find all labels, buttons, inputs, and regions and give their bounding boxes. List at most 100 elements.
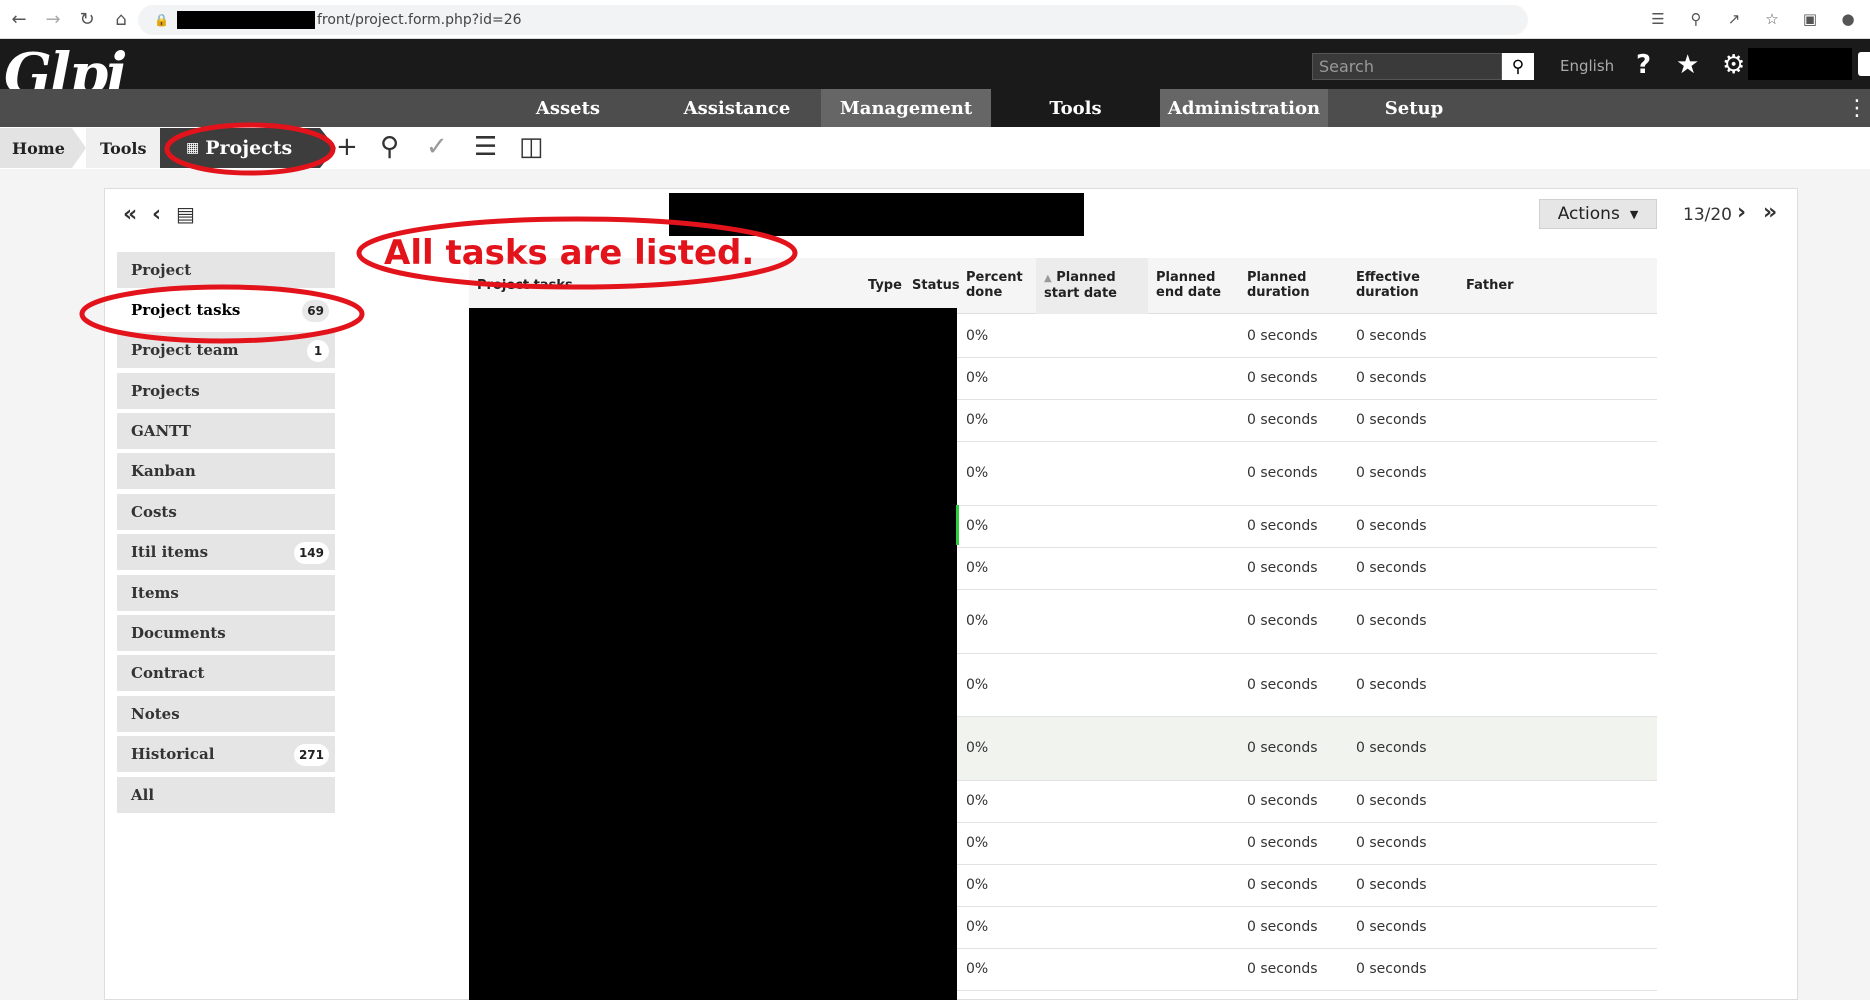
tab-documents[interactable]: Documents <box>117 615 335 651</box>
record-title-redacted <box>669 193 1084 236</box>
next-record-icon[interactable]: › <box>1737 200 1746 225</box>
gear-icon[interactable]: ⚙ <box>1722 50 1745 80</box>
task-names-redacted <box>469 308 957 1000</box>
last-record-icon[interactable]: » <box>1763 200 1777 225</box>
menu-administration[interactable]: Administration <box>1160 89 1328 127</box>
previous-record-icon[interactable]: ‹ <box>152 202 161 227</box>
cell-percent-done: 0% <box>966 740 989 756</box>
column-header-percent-done[interactable]: Percent done <box>966 270 1023 300</box>
cell-planned-duration: 0 seconds <box>1247 961 1318 977</box>
translate-icon[interactable]: ☰ <box>1644 5 1672 33</box>
count-badge: 271 <box>293 744 329 766</box>
breadcrumb-home[interactable]: Home <box>0 128 72 168</box>
help-icon[interactable]: ? <box>1636 50 1651 80</box>
star-icon[interactable]: ☆ <box>1758 5 1786 33</box>
tab-notes[interactable]: Notes <box>117 696 335 732</box>
cell-effective-duration: 0 seconds <box>1356 465 1427 481</box>
column-header-effective-duration[interactable]: Effective duration <box>1356 270 1420 300</box>
row-separator <box>956 653 1657 654</box>
reload-icon[interactable]: ↻ <box>72 4 102 34</box>
column-header-type[interactable]: Type <box>868 278 902 293</box>
forward-arrow-icon[interactable]: → <box>38 4 68 34</box>
cell-effective-duration: 0 seconds <box>1356 919 1427 935</box>
breadcrumb-tools[interactable]: Tools <box>86 128 160 168</box>
tab-kanban[interactable]: Kanban <box>117 453 335 489</box>
column-header-planned-end[interactable]: Planned end date <box>1156 270 1221 300</box>
split-view-icon[interactable]: ◫ <box>519 132 544 162</box>
column-header-name[interactable]: Project tasks <box>477 278 573 293</box>
first-record-icon[interactable]: « <box>123 202 137 227</box>
cell-effective-duration: 0 seconds <box>1356 370 1427 386</box>
tab-project-team[interactable]: Project team 1 <box>117 332 335 368</box>
cell-effective-duration: 0 seconds <box>1356 412 1427 428</box>
header-line: Percent <box>966 270 1023 285</box>
count-badge: 1 <box>307 340 329 362</box>
saved-search-icon[interactable]: ✓ <box>426 132 448 162</box>
cell-percent-done: 0% <box>966 835 989 851</box>
back-arrow-icon[interactable]: ← <box>4 4 34 34</box>
share-icon[interactable]: ↗ <box>1720 5 1748 33</box>
cell-planned-duration: 0 seconds <box>1247 835 1318 851</box>
column-header-planned-duration[interactable]: Planned duration <box>1247 270 1310 300</box>
address-bar[interactable]: 🔒 front/project.form.php?id=26 <box>138 5 1528 35</box>
browser-actions: ☰ ⚲ ↗ ☆ ▣ ● <box>1644 5 1862 33</box>
row-separator <box>956 399 1657 400</box>
tab-gantt[interactable]: GANTT <box>117 413 335 449</box>
status-color-mark <box>956 505 959 545</box>
hamburger-icon[interactable]: ⋮ <box>1846 96 1868 121</box>
tab-label: Notes <box>131 705 180 723</box>
record-list-icon[interactable]: ▤ <box>176 202 195 226</box>
menu-assets[interactable]: Assets <box>508 89 628 127</box>
cell-planned-duration: 0 seconds <box>1247 613 1318 629</box>
tab-all[interactable]: All <box>117 777 335 813</box>
menu-setup[interactable]: Setup <box>1354 89 1474 127</box>
tab-project-tasks[interactable]: Project tasks 69 <box>117 292 335 328</box>
tab-project[interactable]: Project <box>117 252 335 288</box>
home-icon[interactable]: ⌂ <box>106 4 136 34</box>
menu-assistance[interactable]: Assistance <box>672 89 802 127</box>
list-view-icon[interactable]: ☰ <box>474 132 497 162</box>
column-header-father[interactable]: Father <box>1466 278 1514 293</box>
count-badge: 69 <box>302 300 329 322</box>
cell-planned-duration: 0 seconds <box>1247 370 1318 386</box>
actions-label: Actions <box>1557 204 1620 224</box>
column-header-planned-start[interactable]: ▲ Planned start date <box>1044 270 1117 301</box>
tab-projects[interactable]: Projects <box>117 373 335 409</box>
tab-label: Project <box>131 261 192 279</box>
search-list-icon[interactable]: ⚲ <box>380 132 399 162</box>
tab-items[interactable]: Items <box>117 575 335 611</box>
sidepanel-icon[interactable]: ▣ <box>1796 5 1824 33</box>
row-separator <box>956 716 1657 717</box>
zoom-icon[interactable]: ⚲ <box>1682 5 1710 33</box>
favorites-star-icon[interactable]: ★ <box>1676 50 1699 80</box>
cell-percent-done: 0% <box>966 560 989 576</box>
language-selector[interactable]: English <box>1560 57 1614 75</box>
header-line: Planned <box>1156 270 1216 285</box>
user-menu-redacted[interactable] <box>1748 48 1852 80</box>
add-icon[interactable]: + <box>336 132 358 162</box>
profile-icon[interactable]: ● <box>1834 5 1862 33</box>
breadcrumb-current-label: Projects <box>205 137 293 159</box>
actions-button[interactable]: Actions ▼ <box>1539 199 1657 229</box>
tab-costs[interactable]: Costs <box>117 494 335 530</box>
logout-icon[interactable] <box>1858 52 1870 76</box>
menu-tools[interactable]: Tools <box>991 89 1160 127</box>
tab-historical[interactable]: Historical 271 <box>117 736 335 772</box>
cell-percent-done: 0% <box>966 370 989 386</box>
search-input[interactable]: Search <box>1312 53 1502 80</box>
cell-effective-duration: 0 seconds <box>1356 961 1427 977</box>
breadcrumb-projects[interactable]: ▦ Projects <box>160 128 336 168</box>
tab-label: All <box>131 786 155 804</box>
tab-label: Costs <box>131 503 177 521</box>
url-path: front/project.form.php?id=26 <box>316 12 522 28</box>
menu-management[interactable]: Management <box>821 89 991 127</box>
column-header-status[interactable]: Status <box>912 278 960 293</box>
cell-planned-duration: 0 seconds <box>1247 793 1318 809</box>
tab-contract[interactable]: Contract <box>117 655 335 691</box>
cell-planned-duration: 0 seconds <box>1247 560 1318 576</box>
count-badge: 149 <box>293 542 329 564</box>
search-icon[interactable]: ⚲ <box>1502 53 1534 80</box>
cell-planned-duration: 0 seconds <box>1247 412 1318 428</box>
cell-effective-duration: 0 seconds <box>1356 676 1427 693</box>
tab-itil-items[interactable]: Itil items 149 <box>117 534 335 570</box>
